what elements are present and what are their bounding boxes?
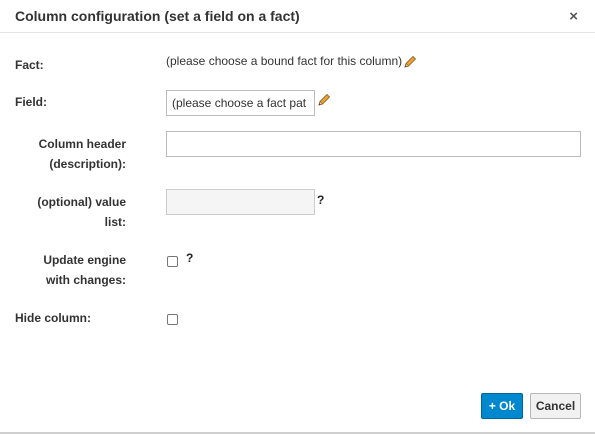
column-header-label-line2: (description): — [49, 157, 126, 171]
dialog-header: Column configuration (set a field on a f… — [0, 0, 595, 33]
update-engine-help-icon[interactable]: ? — [186, 251, 193, 265]
pencil-icon[interactable] — [403, 55, 417, 69]
value-list-help-icon[interactable]: ? — [317, 193, 324, 207]
update-engine-label: Update engine with changes: — [15, 250, 126, 290]
hide-column-label: Hide column: — [15, 311, 92, 325]
value-list-label: (optional) value list: — [15, 192, 126, 232]
dialog-title: Column configuration (set a field on a f… — [15, 8, 300, 24]
column-configuration-dialog: Column configuration (set a field on a f… — [0, 0, 595, 434]
field-chooser[interactable]: (please choose a fact pat — [166, 90, 315, 116]
column-header-input[interactable] — [166, 131, 581, 157]
column-header-label: Column header (description): — [15, 134, 126, 174]
ok-button[interactable]: + Ok — [481, 393, 523, 419]
value-list-label-line2: list: — [104, 215, 126, 229]
update-engine-label-line1: Update engine — [43, 253, 126, 267]
field-label: Field: — [15, 95, 47, 109]
value-list-label-line1: (optional) value — [37, 195, 126, 209]
column-header-label-line1: Column header — [38, 137, 126, 151]
pencil-icon[interactable] — [317, 93, 331, 107]
update-engine-checkbox[interactable] — [167, 256, 178, 267]
update-engine-label-line2: with changes: — [45, 273, 126, 287]
hide-column-checkbox[interactable] — [167, 314, 178, 325]
fact-label: Fact: — [15, 58, 44, 72]
value-list-input — [166, 189, 315, 215]
fact-value[interactable]: (please choose a bound fact for this col… — [166, 53, 402, 69]
cancel-button[interactable]: Cancel — [530, 393, 581, 419]
close-icon[interactable]: × — [569, 9, 578, 24]
